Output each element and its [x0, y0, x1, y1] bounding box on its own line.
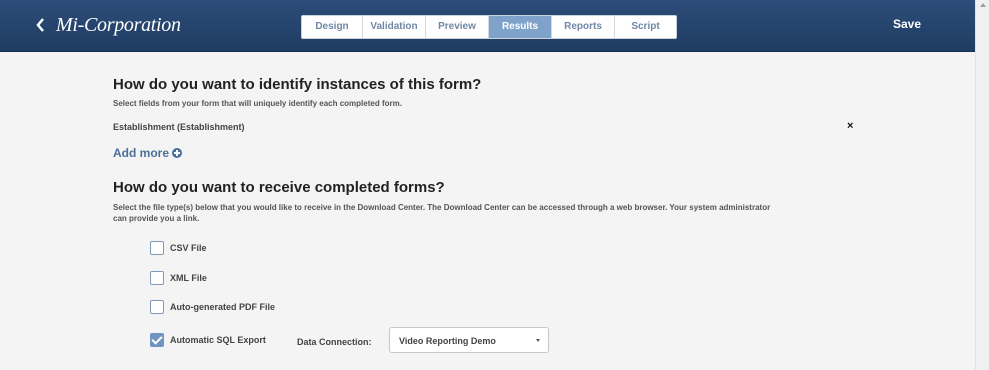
option-sql[interactable]: Automatic SQL Export: [150, 333, 266, 347]
tab-design[interactable]: Design: [302, 16, 363, 38]
checkbox-icon[interactable]: [150, 241, 164, 255]
identifier-field: Establishment (Establishment): [113, 122, 245, 132]
plus-circle-icon: [172, 148, 183, 158]
add-more-label: Add more: [113, 146, 170, 160]
option-label: CSV File: [170, 243, 207, 253]
option-label: XML File: [170, 273, 207, 283]
vertical-scrollbar[interactable]: [975, 0, 989, 370]
identify-heading: How do you want to identify instances of…: [113, 76, 482, 93]
close-icon[interactable]: ×: [847, 120, 853, 132]
brand-logo[interactable]: Mi-Corporation: [56, 13, 181, 37]
receive-description-line1: Select the file type(s) below that you w…: [113, 203, 771, 212]
data-connection-label: Data Connection:: [297, 337, 372, 347]
app-page: Mi-Corporation Design Validation Preview…: [0, 0, 975, 370]
data-connection-select[interactable]: Video Reporting Demo: [389, 327, 549, 353]
tab-script[interactable]: Script: [615, 16, 676, 38]
dropdown-arrow-icon: [536, 339, 540, 342]
option-xml[interactable]: XML File: [150, 271, 207, 285]
top-header: Mi-Corporation Design Validation Preview…: [0, 0, 975, 52]
option-label: Automatic SQL Export: [170, 335, 266, 345]
checkbox-checked-icon[interactable]: [150, 333, 164, 347]
option-pdf[interactable]: Auto-generated PDF File: [150, 300, 275, 314]
chevron-left-icon[interactable]: [36, 14, 45, 32]
save-button[interactable]: Save: [893, 17, 921, 31]
add-more-link[interactable]: Add more: [113, 146, 183, 160]
tab-reports[interactable]: Reports: [552, 16, 615, 38]
data-connection-value: Video Reporting Demo: [399, 336, 496, 346]
option-label: Auto-generated PDF File: [170, 302, 276, 312]
tab-validation[interactable]: Validation: [363, 16, 426, 38]
identify-description: Select fields from your form that will u…: [113, 99, 402, 108]
tab-preview[interactable]: Preview: [426, 16, 489, 38]
scroll-up-arrow-icon[interactable]: [980, 3, 986, 7]
receive-description-line2: can provide you a link.: [113, 214, 200, 223]
checkbox-icon[interactable]: [150, 300, 164, 314]
checkbox-icon[interactable]: [150, 271, 164, 285]
receive-heading: How do you want to receive completed for…: [113, 179, 445, 196]
option-csv[interactable]: CSV File: [150, 241, 207, 255]
tab-bar: Design Validation Preview Results Report…: [301, 15, 677, 39]
tab-results[interactable]: Results: [489, 16, 552, 38]
